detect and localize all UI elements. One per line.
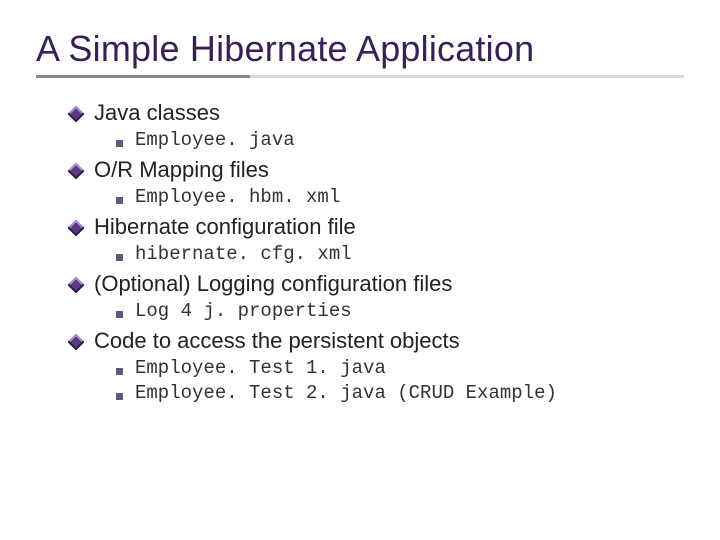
item-label: Log 4 j. properties bbox=[135, 300, 352, 322]
square-icon bbox=[116, 368, 123, 375]
slide: A Simple Hibernate Application Java clas… bbox=[0, 0, 720, 540]
section-logging-config: (Optional) Logging configuration files bbox=[70, 271, 684, 297]
square-icon bbox=[116, 197, 123, 204]
slide-title: A Simple Hibernate Application bbox=[36, 28, 684, 69]
list-item: Employee. Test 2. java (CRUD Example) bbox=[70, 382, 684, 404]
section-label: O/R Mapping files bbox=[94, 157, 269, 183]
item-label: Employee. hbm. xml bbox=[135, 186, 340, 208]
diamond-icon bbox=[70, 222, 84, 236]
content: Java classes Employee. java O/R Mapping … bbox=[36, 100, 684, 404]
square-icon bbox=[116, 140, 123, 147]
section-label: Code to access the persistent objects bbox=[94, 328, 460, 354]
list-item: Employee. hbm. xml bbox=[70, 186, 684, 208]
list-item: Employee. Test 1. java bbox=[70, 357, 684, 379]
diamond-icon bbox=[70, 336, 84, 350]
section-label: (Optional) Logging configuration files bbox=[94, 271, 452, 297]
square-icon bbox=[116, 311, 123, 318]
section-label: Java classes bbox=[94, 100, 220, 126]
item-label: Employee. java bbox=[135, 129, 295, 151]
item-label: Employee. Test 2. java (CRUD Example) bbox=[135, 382, 557, 404]
square-icon bbox=[116, 393, 123, 400]
list-item: hibernate. cfg. xml bbox=[70, 243, 684, 265]
section-or-mapping: O/R Mapping files bbox=[70, 157, 684, 183]
item-label: Employee. Test 1. java bbox=[135, 357, 386, 379]
list-item: Log 4 j. properties bbox=[70, 300, 684, 322]
title-underline bbox=[36, 75, 684, 78]
section-label: Hibernate configuration file bbox=[94, 214, 356, 240]
diamond-icon bbox=[70, 108, 84, 122]
diamond-icon bbox=[70, 165, 84, 179]
list-item: Employee. java bbox=[70, 129, 684, 151]
square-icon bbox=[116, 254, 123, 261]
item-label: hibernate. cfg. xml bbox=[135, 243, 352, 265]
diamond-icon bbox=[70, 279, 84, 293]
title-block: A Simple Hibernate Application bbox=[36, 28, 684, 78]
section-access-code: Code to access the persistent objects bbox=[70, 328, 684, 354]
section-hibernate-config: Hibernate configuration file bbox=[70, 214, 684, 240]
section-java-classes: Java classes bbox=[70, 100, 684, 126]
